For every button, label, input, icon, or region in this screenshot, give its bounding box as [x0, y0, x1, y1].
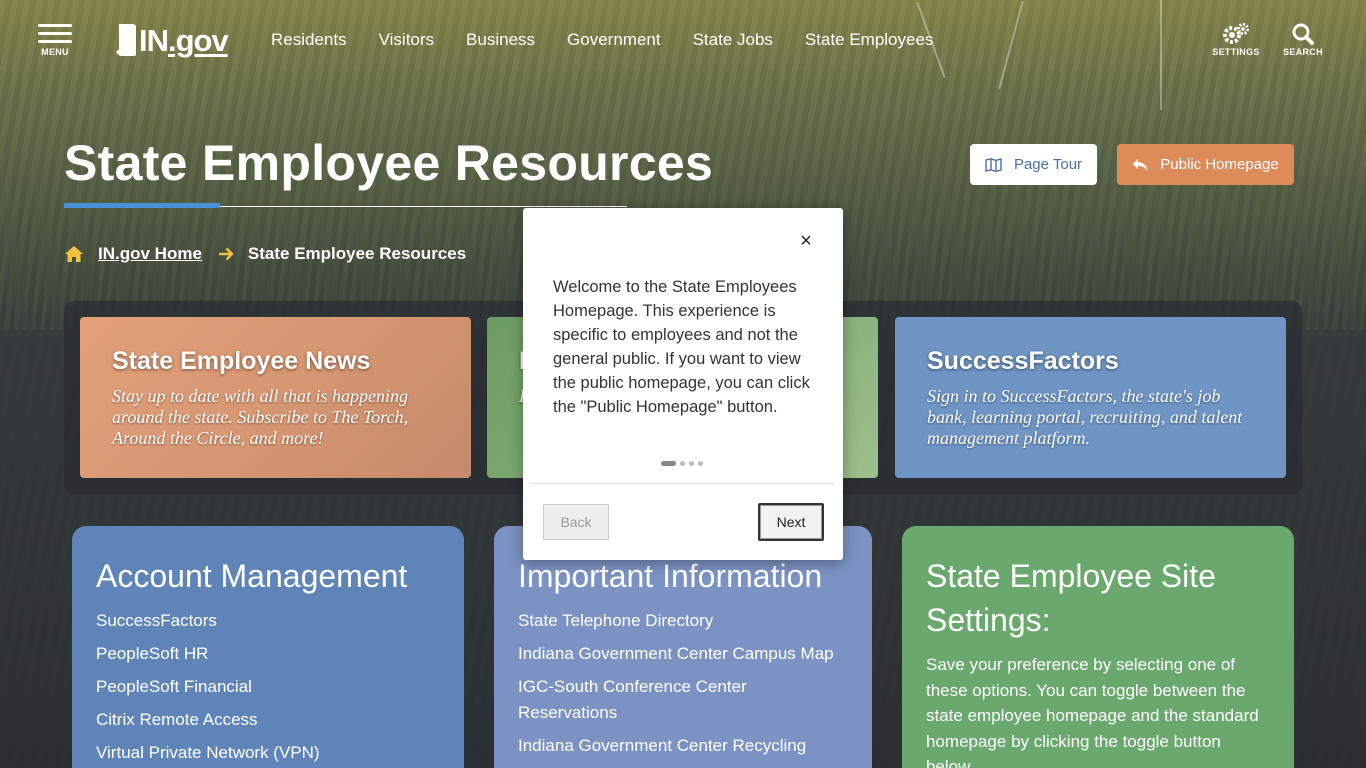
breadcrumb-home-link[interactable]: IN.gov Home — [98, 244, 202, 264]
link-successfactors[interactable]: SuccessFactors — [96, 611, 217, 630]
tour-step-indicator — [661, 461, 703, 466]
step-dot[interactable] — [698, 461, 703, 466]
important-links: State Telephone Directory Indiana Govern… — [518, 608, 848, 759]
list-item: IGC-South Conference Center Reservations — [518, 674, 848, 726]
link-vpn[interactable]: Virtual Private Network (VPN) — [96, 743, 320, 762]
title-underline — [64, 203, 627, 208]
list-item: PeopleSoft HR — [96, 641, 440, 667]
ingov-logo[interactable]: IN.gov — [116, 23, 229, 58]
card-title: Account Management — [96, 558, 408, 594]
arrow-right-icon — [218, 247, 234, 261]
page-title: State Employee Resources — [64, 135, 714, 191]
back-button[interactable]: Back — [543, 504, 609, 540]
tour-text: Welcome to the State Employees Homepage.… — [553, 278, 810, 416]
nav-residents[interactable]: Residents — [255, 28, 363, 52]
next-button[interactable]: Next — [758, 503, 824, 541]
breadcrumb: IN.gov Home State Employee Resources — [64, 244, 466, 264]
settings-button[interactable]: SETTINGS — [1211, 22, 1261, 57]
account-links: SuccessFactors PeopleSoft HR PeopleSoft … — [96, 608, 440, 766]
link-conference-reservations[interactable]: IGC-South Conference Center Reservations — [518, 677, 747, 722]
feature-card-news[interactable]: State Employee News Stay up to date with… — [80, 317, 471, 478]
list-item: Indiana Government Center Recycling — [518, 733, 848, 759]
public-homepage-label: Public Homepage — [1160, 156, 1279, 173]
step-dot[interactable] — [680, 461, 685, 466]
gear-icon — [1223, 23, 1249, 44]
feature-card-desc: Stay up to date with all that is happeni… — [112, 386, 408, 448]
feature-card-successfactors[interactable]: SuccessFactors Sign in to SuccessFactors… — [895, 317, 1286, 478]
nav-state-employees[interactable]: State Employees — [789, 28, 950, 52]
menu-label: MENU — [41, 47, 69, 57]
feature-card-title: State Employee News — [112, 347, 371, 375]
search-button[interactable]: SEARCH — [1278, 22, 1328, 57]
settings-label: SETTINGS — [1212, 47, 1260, 57]
divider — [531, 483, 835, 484]
link-peoplesoft-financial[interactable]: PeopleSoft Financial — [96, 677, 252, 696]
breadcrumb-current: State Employee Resources — [247, 244, 467, 263]
site-header: MENU IN.gov Residents Visitors Business … — [0, 0, 1366, 80]
feature-card-desc: Sign in to SuccessFactors, the state's j… — [927, 386, 1243, 448]
site-settings-card: State Employee Site Settings: Save your … — [902, 526, 1294, 768]
link-campus-map[interactable]: Indiana Government Center Campus Map — [518, 644, 834, 663]
main-nav: Residents Visitors Business Government S… — [255, 28, 949, 52]
menu-button[interactable]: MENU — [38, 24, 72, 57]
search-label: SEARCH — [1283, 47, 1323, 57]
menu-icon — [38, 24, 72, 43]
public-homepage-button[interactable]: Public Homepage — [1117, 144, 1294, 185]
list-item: PeopleSoft Financial — [96, 674, 440, 700]
nav-state-jobs[interactable]: State Jobs — [677, 28, 789, 52]
list-item: SuccessFactors — [96, 608, 440, 634]
step-dot[interactable] — [689, 461, 694, 466]
nav-business[interactable]: Business — [450, 28, 551, 52]
list-item: Indiana Government Center Campus Map — [518, 641, 848, 667]
card-title: State Employee Site Settings: — [926, 558, 1216, 638]
link-recycling[interactable]: Indiana Government Center Recycling — [518, 736, 806, 755]
feature-card-title: SuccessFactors — [927, 347, 1119, 375]
card-body: Save your preference by selecting one of… — [926, 655, 1259, 768]
link-peoplesoft-hr[interactable]: PeopleSoft HR — [96, 644, 208, 663]
search-icon — [1292, 23, 1314, 45]
page-tour-dialog: × Welcome to the State Employees Homepag… — [523, 208, 843, 560]
nav-government[interactable]: Government — [551, 28, 677, 52]
page-tour-button[interactable]: Page Tour — [970, 144, 1097, 185]
card-title: Important Information — [518, 558, 823, 594]
list-item: Citrix Remote Access — [96, 707, 440, 733]
home-icon — [65, 246, 83, 262]
close-icon[interactable]: × — [795, 230, 817, 252]
important-information-card: Important Information State Telephone Di… — [494, 526, 872, 768]
list-item: Virtual Private Network (VPN) — [96, 740, 440, 766]
page-tour-label: Page Tour — [1013, 156, 1083, 173]
reply-arrow-icon — [1132, 158, 1148, 171]
link-citrix[interactable]: Citrix Remote Access — [96, 710, 258, 729]
nav-visitors[interactable]: Visitors — [363, 28, 450, 52]
step-dot[interactable] — [661, 461, 676, 466]
logo-text: IN.gov — [139, 23, 229, 58]
link-telephone-directory[interactable]: State Telephone Directory — [518, 611, 713, 630]
account-management-card: Account Management SuccessFactors People… — [72, 526, 464, 768]
list-item: State Telephone Directory — [518, 608, 848, 634]
map-icon — [985, 157, 1002, 172]
indiana-state-icon — [116, 24, 136, 56]
